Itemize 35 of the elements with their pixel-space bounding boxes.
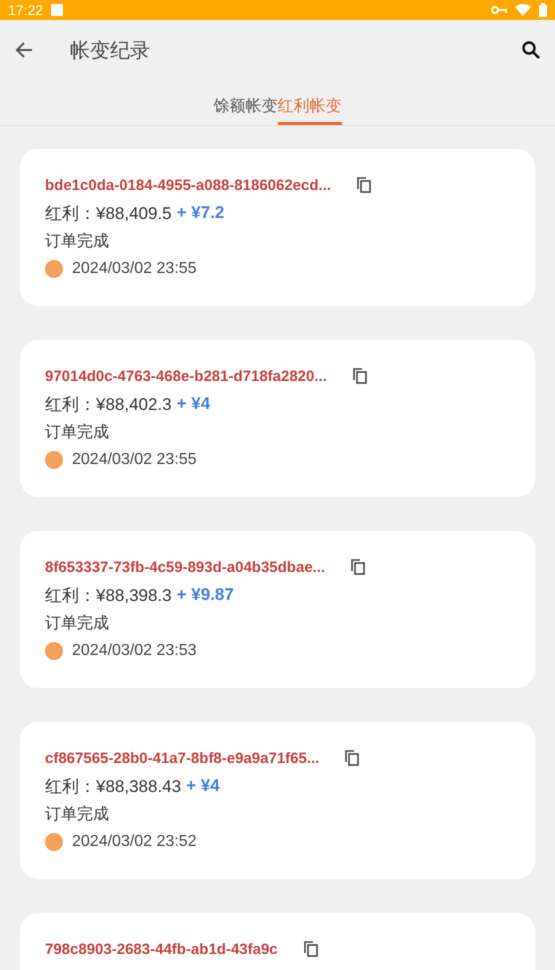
wifi-icon [515,4,531,16]
order-status: 订单完成 [45,422,109,442]
bonus-amount: 红利：¥88,409.5 [45,202,172,224]
order-id: 8f653337-73fb-4c59-893d-a04b35dbae... [45,558,326,576]
order-status: 订单完成 [45,614,109,634]
status-time: 17:22 [8,2,44,18]
search-icon[interactable] [521,40,541,60]
key-icon [491,5,507,15]
record-time: 2024/03/02 23:55 [72,260,197,278]
order-status: 订单完成 [45,804,109,824]
order-id: 798c8903-2683-44fb-ab1d-43fa9c [45,940,278,958]
copy-icon[interactable] [351,559,366,575]
copy-icon[interactable] [357,177,372,193]
order-id: cf867565-28b0-41a7-8bf8-e9a9a71f65... [45,750,320,766]
copy-icon[interactable] [345,750,360,766]
bonus-change: + ¥4 [186,776,220,796]
bonus-change: + ¥9.87 [176,585,234,605]
copy-icon[interactable] [352,368,367,384]
record-time: 2024/03/02 23:55 [72,451,197,469]
notification-icon [51,4,64,16]
page-title: 帐变纪录 [70,38,151,64]
order-id: 97014d0c-4763-468e-b281-d718fa2820... [45,368,327,384]
order-status: 订单完成 [45,232,109,252]
order-id: bde1c0da-0184-4955-a088-8186062ecd... [45,176,332,194]
bonus-change: + ¥7.2 [176,203,224,223]
copy-icon[interactable] [304,941,318,957]
back-icon[interactable] [14,40,34,60]
record-time: 2024/03/02 23:52 [72,833,197,851]
bonus-amount: 红利：¥88,398.3 [45,584,172,606]
bonus-amount: 红利：¥88,402.3 [45,394,172,416]
tab[interactable]: 馀额帐变 [214,80,278,125]
bonus-amount: 红利：¥88,388.43 [45,776,182,798]
bonus-change: + ¥4 [176,394,210,414]
record-time: 2024/03/02 23:53 [72,642,197,660]
battery-icon [539,3,547,17]
